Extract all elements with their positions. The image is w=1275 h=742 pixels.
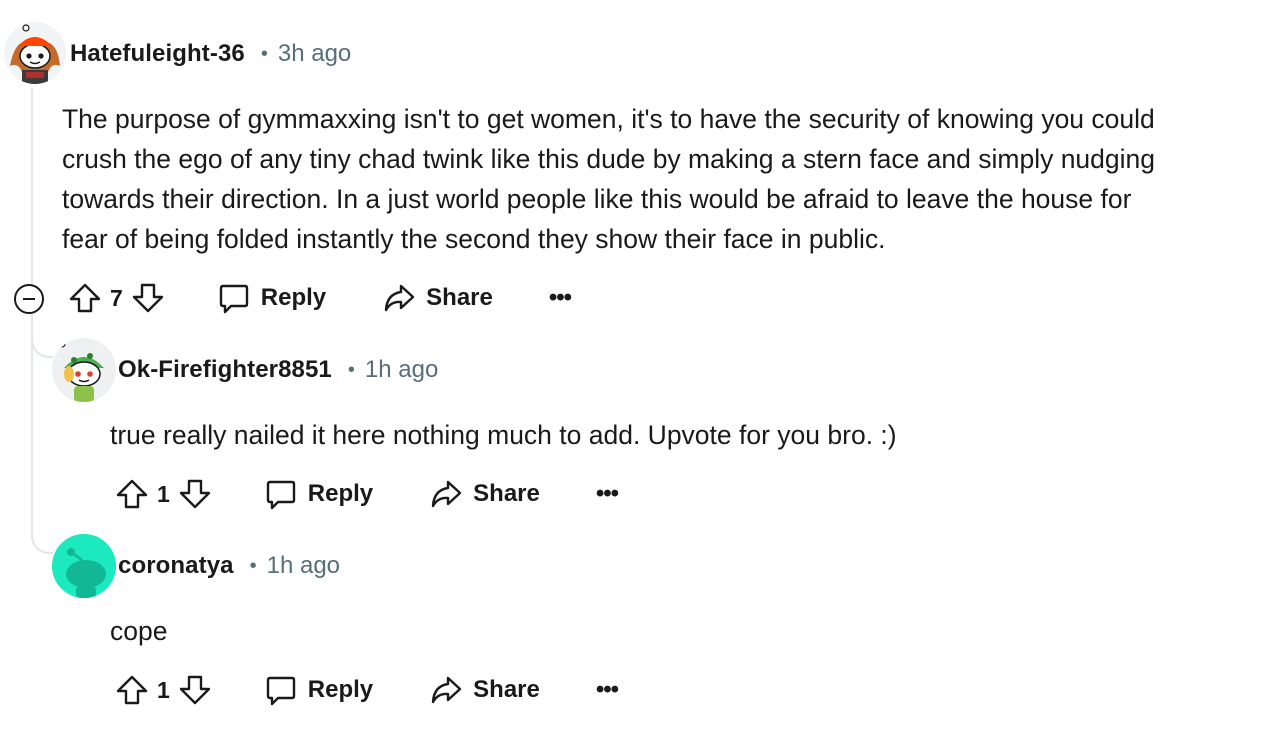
reply-button[interactable]: Reply (264, 477, 373, 511)
downvote-icon[interactable] (178, 673, 212, 707)
comment-body: The purpose of gymmaxxing isn't to get w… (62, 104, 1156, 254)
comment-actions: 7 Reply Share ••• (68, 278, 572, 318)
user-avatar[interactable] (4, 22, 66, 84)
downvote-icon[interactable] (178, 477, 212, 511)
username[interactable]: Ok-Firefighter8851 (118, 356, 332, 384)
thread-connector-reply-2 (31, 500, 53, 554)
comment-header: coronatya • 1h ago (118, 550, 340, 582)
reply-label: Reply (307, 480, 374, 507)
thread-connector-reply-1 (31, 316, 53, 358)
share-label: Share (473, 480, 540, 507)
snoo-default-teal-icon (52, 534, 116, 598)
comment-thread: Hatefuleight-36 • 3h ago The purpose of … (0, 0, 1275, 742)
share-button[interactable]: Share (429, 673, 540, 707)
vote-score: 7 (110, 284, 123, 311)
vote-score: 1 (157, 676, 170, 703)
vote-group: 7 (68, 281, 165, 315)
comment-body: true really nailed it here nothing much … (110, 420, 897, 450)
snoo-avatar-green-hat-icon (52, 338, 116, 402)
share-label: Share (426, 284, 493, 311)
upvote-icon[interactable] (68, 281, 102, 315)
comment-actions: 1 Reply Share ••• (115, 670, 619, 710)
comment-header: Hatefuleight-36 • 3h ago (70, 38, 351, 70)
more-options-button[interactable]: ••• (549, 284, 572, 312)
vote-score: 1 (157, 480, 170, 507)
collapse-thread-button[interactable] (14, 284, 44, 314)
more-options-button[interactable]: ••• (596, 480, 619, 508)
share-icon (384, 284, 415, 312)
snoo-avatar-orange-hat-icon (4, 22, 66, 84)
timestamp[interactable]: 1h ago (267, 552, 340, 580)
reply-label: Reply (307, 676, 374, 703)
username[interactable]: coronatya (118, 552, 234, 580)
vote-group: 1 (115, 673, 212, 707)
comment-header: Ok-Firefighter8851 • 1h ago (118, 354, 438, 386)
share-icon (431, 480, 462, 508)
reply-button[interactable]: Reply (264, 673, 373, 707)
downvote-icon[interactable] (131, 281, 165, 315)
meta-separator: • (347, 358, 355, 381)
upvote-icon[interactable] (115, 477, 149, 511)
meta-separator: • (260, 42, 268, 65)
comment-bubble-icon (219, 284, 248, 314)
reply-label: Reply (260, 284, 327, 311)
share-label: Share (473, 676, 540, 703)
user-avatar[interactable] (52, 534, 116, 598)
comment-body: cope (110, 616, 168, 646)
upvote-icon[interactable] (115, 673, 149, 707)
username[interactable]: Hatefuleight-36 (70, 40, 245, 68)
share-icon (431, 676, 462, 704)
thread-line-parent-top (31, 88, 33, 284)
more-options-button[interactable]: ••• (596, 676, 619, 704)
share-button[interactable]: Share (429, 477, 540, 511)
meta-separator: • (249, 554, 257, 577)
comment-bubble-icon (266, 676, 295, 706)
timestamp[interactable]: 3h ago (278, 40, 351, 68)
timestamp[interactable]: 1h ago (365, 356, 438, 384)
share-button[interactable]: Share (382, 281, 493, 315)
reply-button[interactable]: Reply (217, 281, 326, 315)
user-avatar[interactable] (52, 338, 116, 402)
comment-actions: 1 Reply Share ••• (115, 474, 619, 514)
comment-bubble-icon (266, 480, 295, 510)
vote-group: 1 (115, 477, 212, 511)
